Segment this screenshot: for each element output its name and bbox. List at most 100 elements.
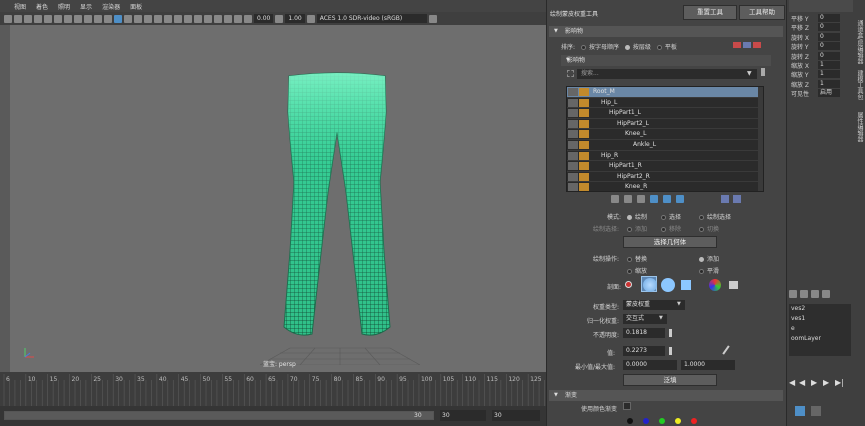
value-field[interactable]: 0.2273	[623, 346, 665, 356]
channel-value-field[interactable]: 启用	[818, 89, 840, 98]
sort-flat-radio[interactable]: 平板	[656, 44, 677, 51]
camera-attrs-icon[interactable]	[14, 14, 22, 23]
visibility-eye-icon[interactable]	[568, 119, 578, 128]
trousers-mesh[interactable]	[262, 72, 412, 342]
paint-select-toggle-radio[interactable]: 切换	[699, 224, 719, 233]
layer-new-icon[interactable]	[811, 290, 819, 298]
search-dropdown-icon[interactable]: ▼	[747, 70, 752, 77]
auto-key-icon[interactable]	[795, 406, 805, 416]
sort-hierarchy-radio[interactable]: 按层级	[624, 44, 651, 51]
layer-item[interactable]: e	[789, 324, 851, 334]
value-slider[interactable]	[669, 347, 672, 355]
lock-icon[interactable]	[579, 130, 589, 139]
safe-title-icon[interactable]	[104, 14, 112, 23]
opacity-slider[interactable]	[669, 329, 672, 337]
profile-folder-icon[interactable]	[729, 281, 738, 289]
mode-paint-radio[interactable]: 绘制	[627, 212, 647, 221]
gamma-icon[interactable]	[275, 14, 284, 23]
profile-solid-brush-icon[interactable]	[661, 278, 675, 292]
lock-icon[interactable]	[579, 183, 589, 191]
tree-row[interactable]: Hip_R	[567, 151, 763, 162]
weight-hammer-icon[interactable]	[637, 195, 645, 203]
paint-op-replace-radio[interactable]: 替换	[627, 254, 647, 263]
time-slider[interactable]: 6 10 15 20 25 30 35 40 45 50 55 60 65 70 75 80 85 90 95 100…	[0, 372, 546, 406]
visibility-eye-icon[interactable]	[568, 109, 578, 118]
play-forward-icon[interactable]: ▶	[811, 378, 817, 387]
channel-value-field[interactable]: 0	[818, 14, 840, 22]
exposure-field[interactable]: 0.00	[254, 14, 274, 23]
channel-value-field[interactable]: 1	[818, 61, 840, 69]
view-transform-select[interactable]: ACES 1.0 SDR-video (sRGB)	[316, 14, 427, 23]
textured-icon[interactable]	[144, 14, 152, 23]
anim-prefs-icon[interactable]	[811, 406, 821, 416]
menu-shading[interactable]: 着色	[36, 2, 48, 11]
layer-item[interactable]: ves2	[789, 304, 851, 314]
lock-icon[interactable]	[579, 98, 589, 107]
use-color-ramp-checkbox[interactable]	[623, 402, 631, 410]
paint-op-add-radio[interactable]: 添加	[699, 254, 719, 263]
layer-list[interactable]: ves2 ves1 e oomLayer	[789, 304, 851, 356]
swatch-red[interactable]	[691, 418, 697, 424]
channel-value-field[interactable]: 1	[818, 79, 840, 88]
swatch-green[interactable]	[659, 418, 665, 424]
playback-end-field[interactable]: 30	[440, 410, 486, 421]
paste-weights-icon[interactable]	[624, 195, 632, 203]
profile-soft-brush-icon[interactable]	[643, 278, 657, 292]
opacity-field[interactable]: 0.1818	[623, 328, 665, 338]
depth-of-field-icon[interactable]	[204, 14, 212, 23]
safe-action-icon[interactable]	[94, 14, 102, 23]
channel-value-field[interactable]: 0	[818, 23, 840, 32]
paint-select-add-radio[interactable]: 添加	[627, 224, 647, 233]
grid-icon[interactable]	[44, 14, 52, 23]
viewport-menu-icon[interactable]	[428, 14, 437, 23]
tree-row[interactable]: Root_M	[567, 87, 763, 98]
tree-row[interactable]: HipPart2_L	[567, 119, 763, 130]
shadows-icon[interactable]	[164, 14, 172, 23]
swatch-black[interactable]	[627, 418, 633, 424]
channel-value-field[interactable]: 0	[818, 32, 840, 41]
mode-paint-select-radio[interactable]: 绘制选择	[699, 212, 731, 221]
xray-icon[interactable]	[224, 14, 232, 23]
field-chart-icon[interactable]	[84, 14, 92, 23]
reset-tool-button[interactable]: 重置工具	[683, 5, 737, 20]
tree-row[interactable]: Knee_R	[567, 182, 763, 191]
visibility-eye-icon[interactable]	[568, 88, 578, 96]
paint-op-scale-radio[interactable]: 缩放	[627, 266, 647, 275]
play-back-icon[interactable]: ◀	[799, 378, 805, 387]
lock-icon[interactable]	[579, 172, 589, 181]
channel-value-field[interactable]: 1	[818, 70, 840, 79]
isolate-select-icon[interactable]	[214, 14, 222, 23]
paint-op-smooth-radio[interactable]: 平滑	[699, 266, 719, 275]
lock-icon[interactable]	[579, 109, 589, 118]
paint-select-remove-radio[interactable]: 移除	[661, 224, 681, 233]
menu-show[interactable]: 显示	[80, 2, 92, 11]
layer-item[interactable]: ves1	[789, 314, 851, 324]
profile-stamp-icon[interactable]	[709, 279, 721, 291]
gradient-section-header[interactable]: 渐变	[549, 390, 783, 401]
filter-icon[interactable]	[567, 70, 574, 77]
color-management-icon[interactable]	[306, 14, 315, 23]
show-influences-icon[interactable]	[663, 195, 671, 203]
anti-alias-icon[interactable]	[194, 14, 202, 23]
wireframe-icon[interactable]	[114, 14, 122, 23]
lock-icon[interactable]	[579, 119, 589, 128]
visibility-eye-icon[interactable]	[568, 98, 578, 107]
sort-tree-icon[interactable]	[743, 42, 751, 48]
hold-weights-icon[interactable]	[676, 195, 684, 203]
lock-selected-icon[interactable]	[721, 195, 729, 203]
influence-section-header[interactable]: 影响物	[549, 26, 783, 37]
menu-renderer[interactable]: 渲染器	[102, 2, 120, 11]
visibility-eye-icon[interactable]	[568, 140, 578, 149]
menu-panels[interactable]: 面板	[130, 2, 142, 11]
layer-down-icon[interactable]	[800, 290, 808, 298]
animation-end-field[interactable]: 30	[492, 410, 540, 421]
lock-icon[interactable]	[579, 88, 589, 96]
sort-alpha-radio[interactable]: 按字母顺序	[580, 44, 619, 51]
influence-search-input[interactable]: 搜索...	[577, 69, 757, 79]
wireframe-on-shaded-icon[interactable]	[134, 14, 142, 23]
bookmark-icon[interactable]	[24, 14, 32, 23]
tab-modeling-toolkit[interactable]: 建模工具包	[855, 70, 864, 100]
max-value-field[interactable]: 1.0000	[681, 360, 735, 370]
tool-help-button[interactable]: 工具帮助	[739, 5, 785, 20]
channel-value-field[interactable]: 0	[818, 42, 840, 51]
